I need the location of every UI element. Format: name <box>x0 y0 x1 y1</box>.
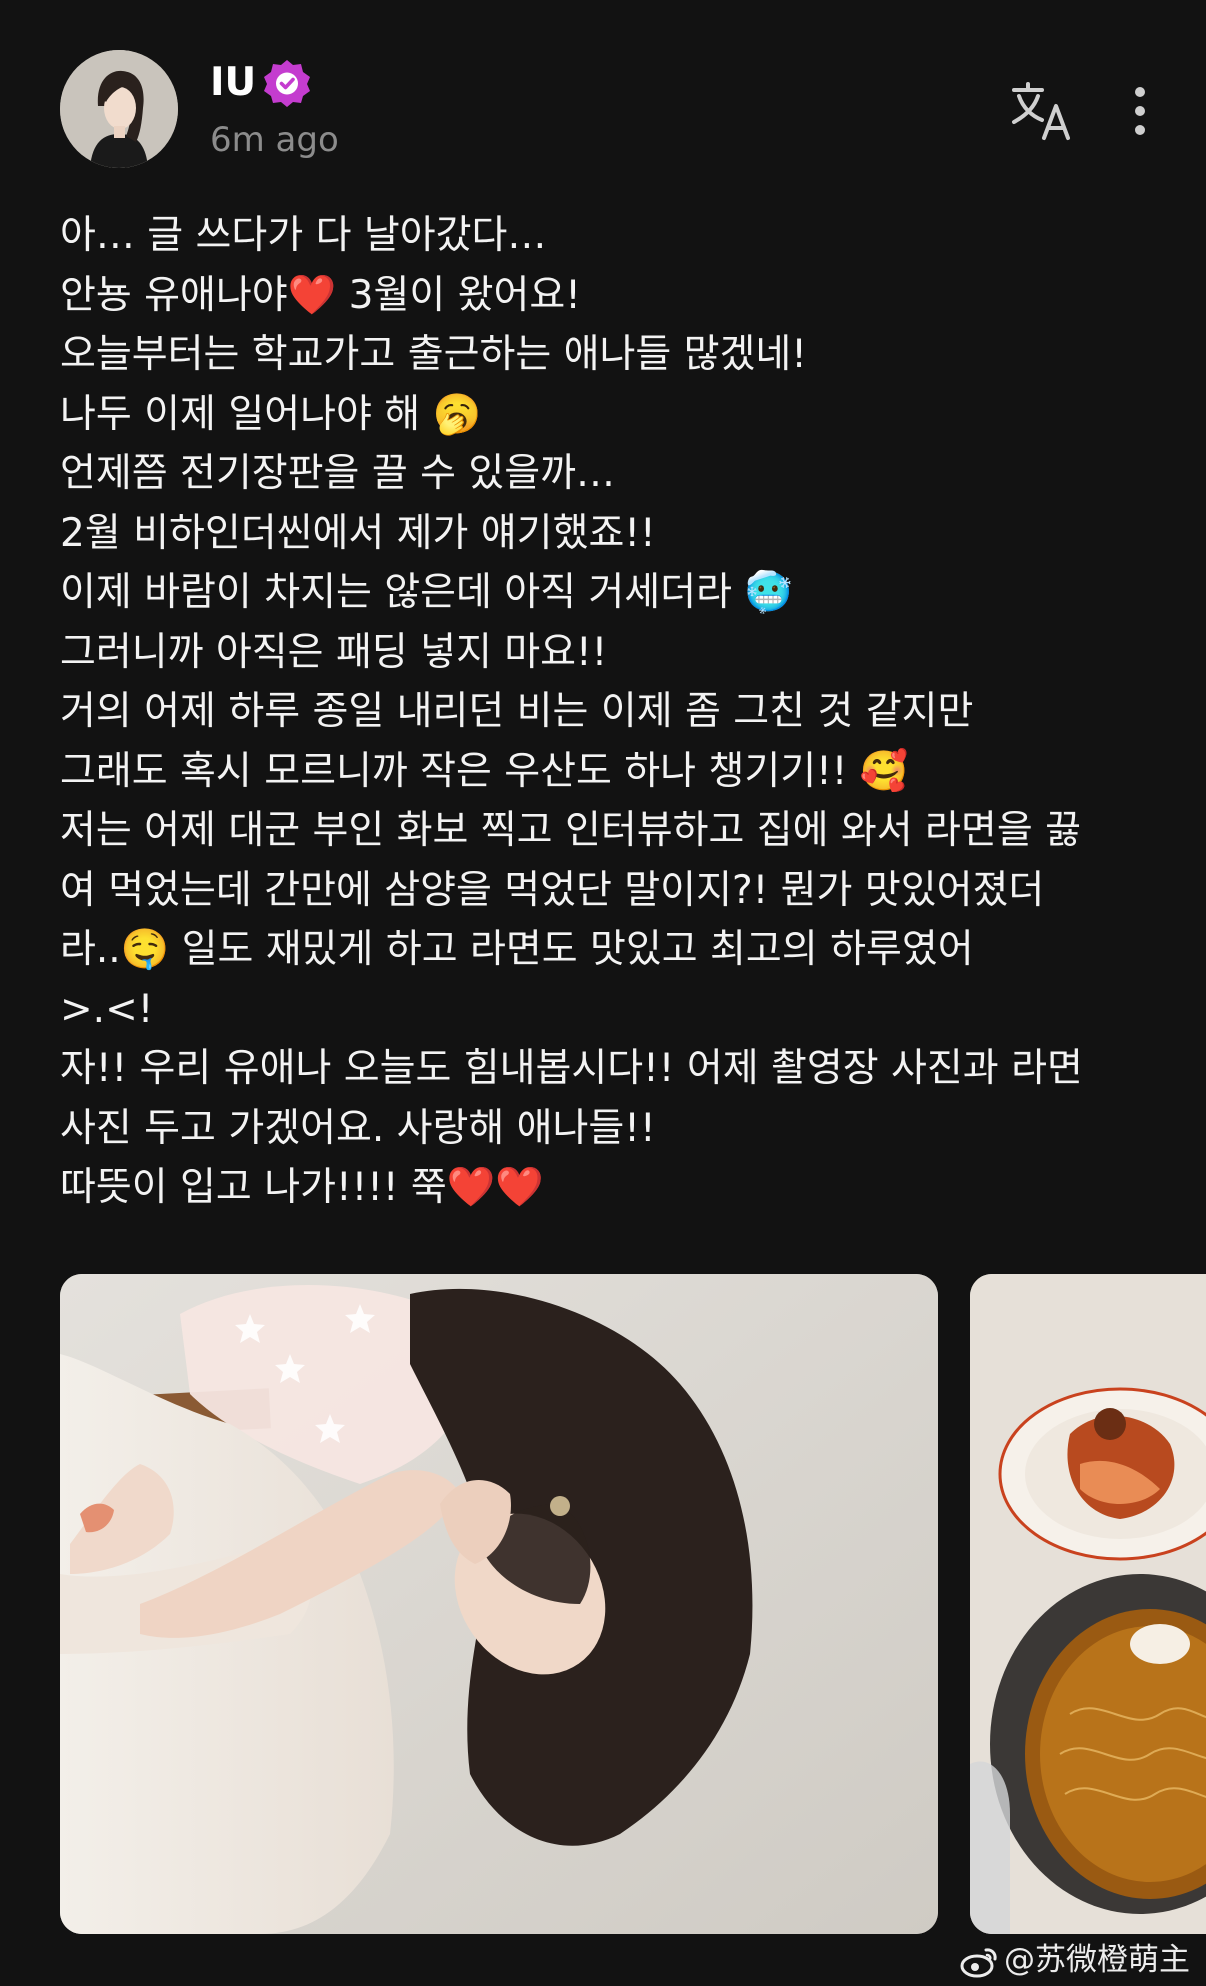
watermark: @苏微橙萌主 <box>960 1938 1190 1982</box>
more-options-icon[interactable] <box>1120 82 1160 138</box>
post-line: 여 먹었는데 간만에 삼양을 먹었단 말이지?! 뭔가 맛있어졌더 <box>60 867 1045 913</box>
post-line: 사진 두고 가겠어요. 사랑해 애나들!! <box>60 1105 656 1151</box>
post-line: 저는 어제 대군 부인 화보 찍고 인터뷰하고 집에 와서 라면을 끓 <box>60 808 1081 853</box>
post-header: IU 6m ago <box>0 0 1206 190</box>
watermark-text: @苏微橙萌主 <box>1004 1942 1190 1978</box>
post-line: 라..🤤 일도 재밌게 하고 라면도 맛있고 최고의 하루였어 <box>60 927 974 972</box>
post-line: 나두 이제 일어나야 해 🥱 <box>60 391 482 437</box>
translate-icon <box>1012 82 1070 140</box>
photo-gallery[interactable] <box>60 1274 1206 1934</box>
avatar-image <box>60 50 178 168</box>
author-name[interactable]: IU <box>210 58 256 108</box>
post-line: 2월 비하인더씬에서 제가 얘기했죠!! <box>60 510 656 556</box>
post-line: 안뇽 유애나야❤️ 3월이 왔어요! <box>60 272 581 318</box>
post-line: >.<! <box>60 986 154 1032</box>
post-body: 아… 글 쓰다가 다 날아갔다… 안뇽 유애나야❤️ 3월이 왔어요! 오늘부터… <box>60 206 1170 1218</box>
avatar[interactable] <box>60 50 178 168</box>
translate-button[interactable] <box>1010 80 1074 142</box>
post-line: 언제쯤 전기장판을 끌 수 있을까… <box>60 451 616 496</box>
photo-woman-in-white-dress[interactable] <box>60 1274 938 1934</box>
post-line: 거의 어제 하루 종일 내리던 비는 이제 좀 그친 것 같지만 <box>60 689 974 734</box>
post-line: 아… 글 쓰다가 다 날아갔다… <box>60 213 547 258</box>
post-line: 그러니까 아직은 패딩 넣지 마요!! <box>60 629 608 675</box>
post-line: 따뜻이 입고 나가!!!! 쭉❤️❤️ <box>60 1165 544 1210</box>
weibo-icon <box>960 1945 1000 1979</box>
photo-ramen-and-kimchi[interactable] <box>970 1274 1206 1934</box>
post-line: 이제 바람이 차지는 않은데 아직 거세더라 🥶 <box>60 570 793 615</box>
post-line: 오늘부터는 학교가고 출근하는 애나들 많겠네! <box>60 332 807 377</box>
verified-badge-icon <box>262 58 312 108</box>
post-line: 자!! 우리 유애나 오늘도 힘내봅시다!! 어제 촬영장 사진과 라면 <box>60 1046 1083 1091</box>
post-line: 그래도 혹시 모르니까 작은 우산도 하나 챙기기!! 🥰 <box>60 748 909 794</box>
post-timestamp: 6m ago <box>210 120 339 160</box>
